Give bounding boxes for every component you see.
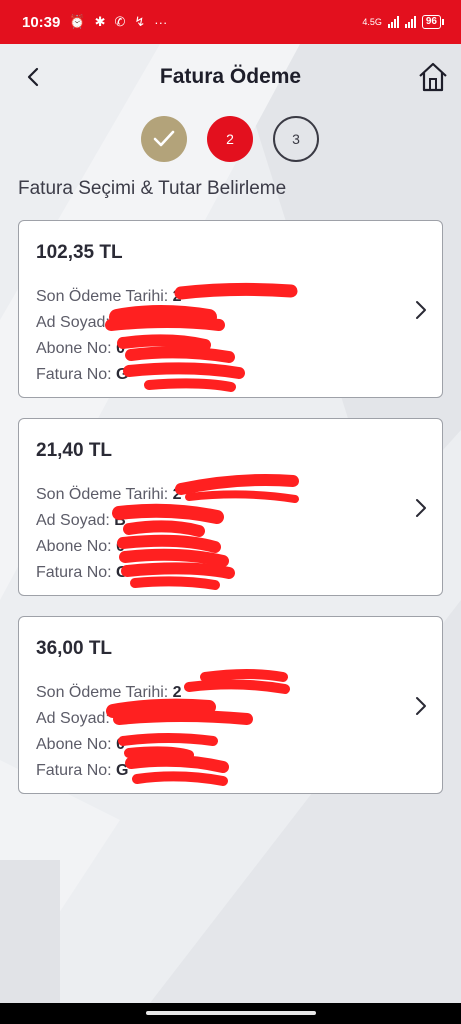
name-label: Ad Soyad: — [36, 314, 110, 331]
section-title: Fatura Seçimi & Tutar Belirleme — [18, 178, 287, 199]
header: Fatura Ödeme — [0, 52, 461, 104]
chevron-right-icon — [416, 499, 426, 517]
alarm-icon: ⏰ — [69, 14, 86, 29]
chevron-right-icon — [416, 697, 426, 715]
invoice-value: G — [116, 564, 129, 581]
invoice-label: Fatura No: — [36, 564, 112, 581]
name-label: Ad Soyad: — [36, 512, 110, 529]
invoice-label: Fatura No: — [36, 762, 112, 779]
bill-amount: 102,35 TL — [36, 242, 123, 263]
progress-stepper: 2 3 — [0, 116, 461, 162]
step-2-active: 2 — [207, 116, 253, 162]
checkmark-icon — [153, 130, 175, 147]
signal-icon-2 — [404, 16, 416, 28]
bill-amount: 36,00 TL — [36, 638, 113, 659]
bill-card[interactable]: 21,40 TL Son Ödeme Tarihi: 2 Ad Soyad: B… — [18, 418, 443, 596]
notification-icon: ✱ — [94, 14, 106, 29]
name-row: Ad Soyad: C — [36, 314, 126, 332]
system-nav-bar — [0, 1003, 461, 1024]
due-date-value: 2 — [172, 486, 182, 503]
due-date-value: 2 — [172, 288, 182, 305]
due-date-row: Son Ödeme Tarihi: 2 — [36, 486, 182, 504]
name-label: Ad Soyad: — [36, 710, 110, 727]
clock: 10:39 — [22, 13, 61, 31]
invoice-row: Fatura No: G — [36, 762, 129, 780]
whatsapp-icon: ✆ — [114, 14, 126, 29]
subscriber-row: Abone No: 0 — [36, 340, 125, 358]
subscriber-row: Abone No: 0 — [36, 538, 125, 556]
bill-amount: 21,40 TL — [36, 440, 113, 461]
page-title: Fatura Ödeme — [159, 65, 302, 88]
battery-icon: 96 — [421, 15, 445, 29]
subscriber-label: Abone No: — [36, 736, 112, 753]
invoice-label: Fatura No: — [36, 366, 112, 383]
subscriber-label: Abone No: — [36, 538, 112, 555]
due-date-row: Son Ödeme Tarihi: 2 — [36, 288, 182, 306]
due-date-label: Son Ödeme Tarihi: — [36, 288, 169, 305]
home-gesture-bar[interactable] — [146, 1011, 316, 1015]
invoice-row: Fatura No: G — [36, 366, 129, 384]
due-date-row: Son Ödeme Tarihi: 2 — [36, 684, 182, 702]
network-type: 4.5G — [362, 17, 382, 27]
step-1-done — [141, 116, 187, 162]
invoice-value: G — [116, 366, 129, 383]
more-dots-icon: ··· — [154, 14, 168, 30]
subscriber-label: Abone No: — [36, 340, 112, 357]
invoice-row: Fatura No: G — [36, 564, 129, 582]
chevron-right-icon — [416, 301, 426, 319]
name-value: C — [114, 314, 126, 331]
subscriber-row: Abone No: 0 — [36, 736, 125, 754]
due-date-value: 2 — [172, 684, 182, 701]
name-row: Ad Soyad: B — [36, 512, 126, 530]
status-bar: 10:39 ⏰ ✱ ✆ ↯ ··· 4.5G 96 — [0, 0, 461, 44]
subscriber-value: 0 — [116, 736, 125, 753]
invoice-value: G — [116, 762, 129, 779]
bill-card[interactable]: 36,00 TL Son Ödeme Tarihi: 2 Ad Soyad: A… — [18, 616, 443, 794]
name-row: Ad Soyad: — [36, 710, 110, 728]
due-date-label: Son Ödeme Tarihi: — [36, 684, 169, 701]
due-date-label: Son Ödeme Tarihi: — [36, 486, 169, 503]
signal-icon — [387, 16, 399, 28]
home-icon[interactable] — [416, 60, 450, 94]
subscriber-value: 0 — [116, 538, 125, 555]
bill-card[interactable]: 102,35 TL Son Ödeme Tarihi: 2 Ad Soyad: … — [18, 220, 443, 398]
name-value: B — [114, 512, 126, 529]
subscriber-value: 0 — [116, 340, 125, 357]
missed-call-icon: ↯ — [134, 14, 146, 29]
step-3-pending: 3 — [273, 116, 319, 162]
